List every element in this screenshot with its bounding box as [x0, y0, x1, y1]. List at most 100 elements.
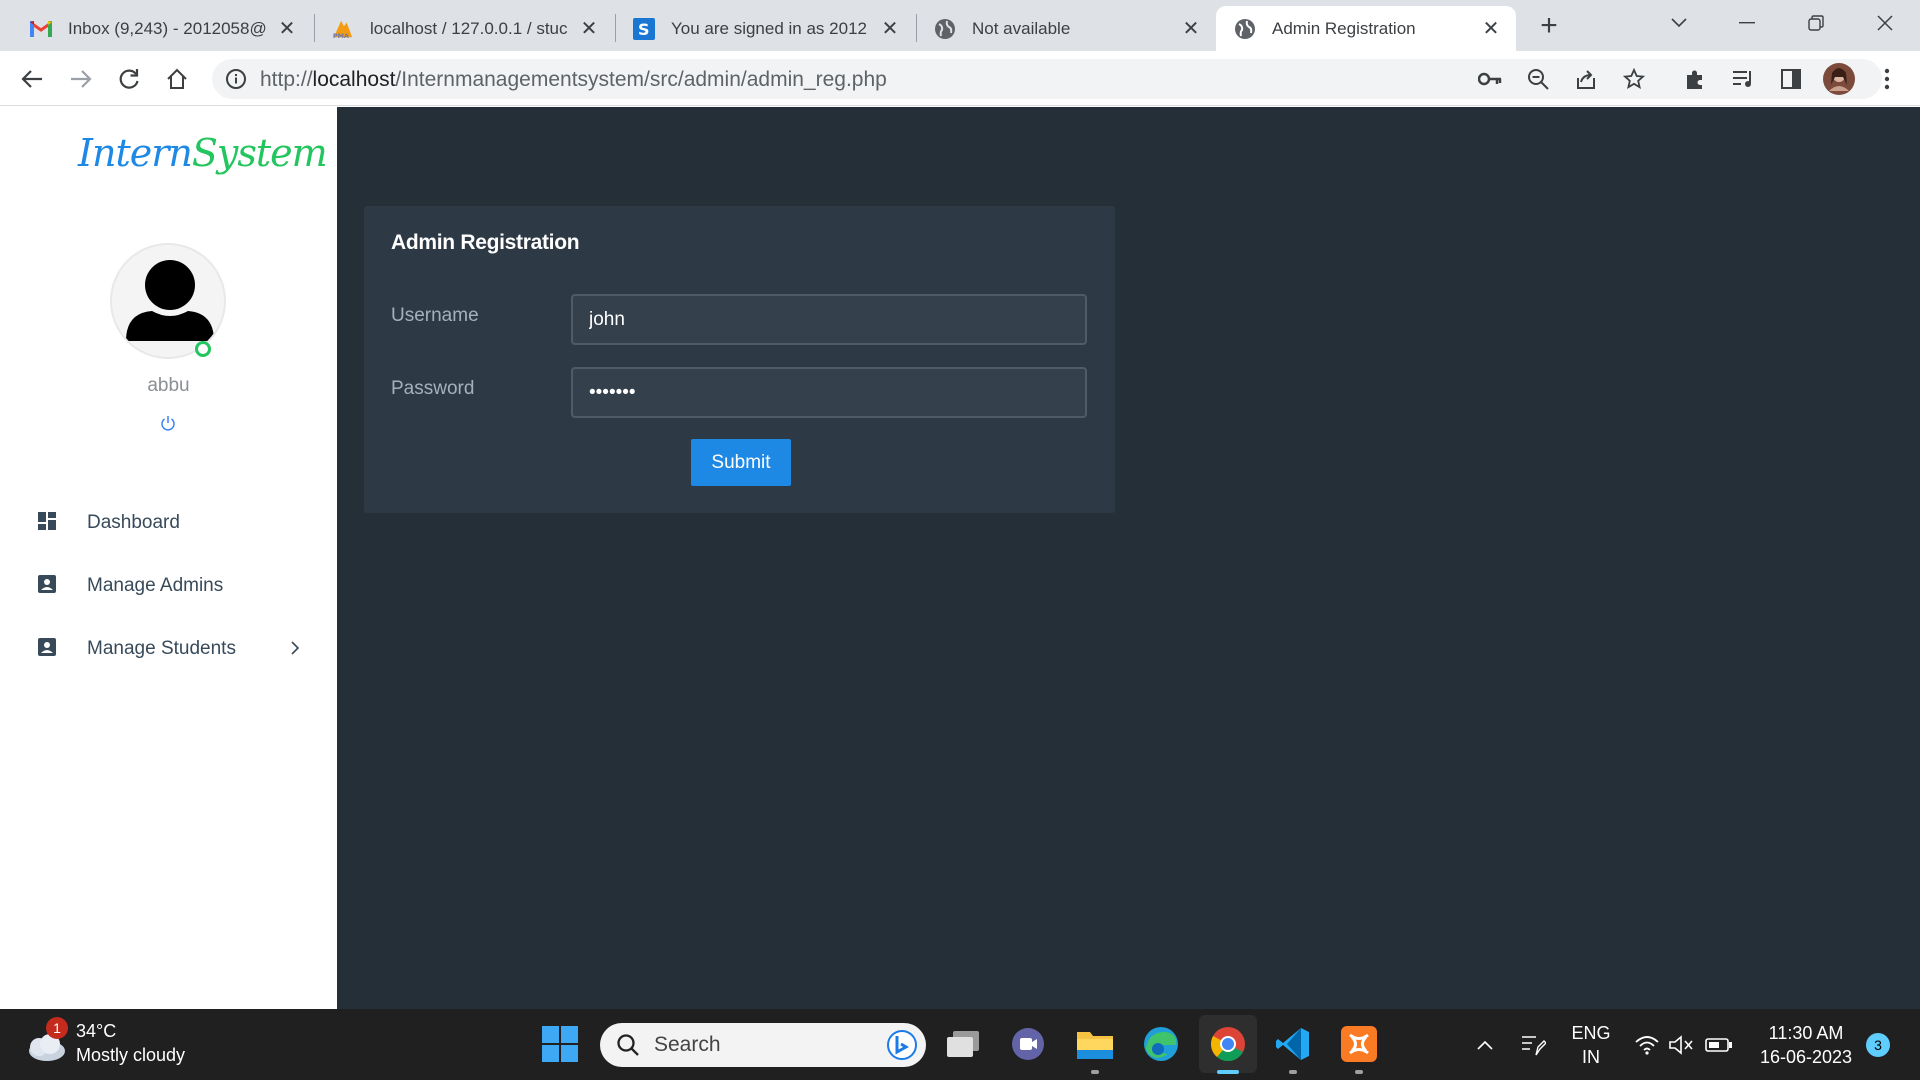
- side-panel-icon[interactable]: [1774, 62, 1808, 96]
- close-icon[interactable]: ✕: [879, 18, 901, 40]
- globe-icon: [1234, 18, 1256, 40]
- username-field[interactable]: [571, 294, 1087, 345]
- tab-title: Not available: [972, 18, 1071, 38]
- sidebar-item-manage-admins[interactable]: Manage Admins: [0, 556, 337, 616]
- running-indicator: [1289, 1070, 1297, 1074]
- dashboard-icon: [38, 512, 60, 534]
- sidebar-item-dashboard[interactable]: Dashboard: [0, 493, 337, 553]
- xampp-icon[interactable]: [1336, 1021, 1382, 1067]
- tab-admin-registration[interactable]: Admin Registration ✕: [1216, 6, 1516, 51]
- url-text: http://localhost/Internmanagementsystem/…: [260, 68, 887, 92]
- vscode-icon[interactable]: [1270, 1021, 1316, 1067]
- tab-title: Inbox (9,243) - 2012058@: [68, 18, 267, 38]
- task-view-icon[interactable]: [940, 1021, 986, 1067]
- time: 11:30 AM: [1768, 1022, 1844, 1043]
- lang-top: ENG: [1571, 1022, 1611, 1043]
- contact-card-icon: [38, 638, 60, 660]
- bing-icon[interactable]: [886, 1029, 918, 1061]
- contact-card-icon: [38, 575, 60, 597]
- info-icon[interactable]: [220, 63, 252, 95]
- tab-title: Admin Registration: [1272, 18, 1416, 38]
- chevron-up-icon[interactable]: [1472, 1009, 1498, 1080]
- password-label: Password: [391, 378, 475, 399]
- sidebar-item-label: Manage Admins: [87, 575, 224, 596]
- zoom-out-icon[interactable]: [1522, 63, 1554, 95]
- bookmark-star-icon[interactable]: [1618, 63, 1650, 95]
- tab-gmail[interactable]: Inbox (9,243) - 2012058@ ✕: [12, 6, 312, 51]
- close-icon[interactable]: ✕: [1480, 18, 1502, 40]
- language-indicator[interactable]: ENG IN: [1566, 1009, 1616, 1080]
- tab-title: You are signed in as 2012: [671, 18, 867, 38]
- reload-icon[interactable]: [112, 62, 146, 96]
- admin-registration-card: Admin Registration Username Password •••…: [364, 206, 1115, 513]
- running-indicator: [1355, 1070, 1363, 1074]
- phpmyadmin-icon: PMA: [332, 18, 354, 40]
- sidebar-item-manage-students[interactable]: Manage Students: [0, 619, 337, 679]
- key-icon[interactable]: [1474, 63, 1506, 95]
- running-indicator: [1091, 1070, 1099, 1074]
- globe-icon: [934, 18, 956, 40]
- address-bar[interactable]: http://localhost/Internmanagementsystem/…: [212, 59, 1882, 99]
- sidebar-item-label: Manage Students: [87, 638, 236, 659]
- taskbar-search[interactable]: Search: [600, 1023, 926, 1067]
- tab-search-chevron-icon[interactable]: [1659, 6, 1699, 40]
- chrome-browser-icon[interactable]: [1205, 1021, 1251, 1067]
- user-silhouette-icon: [126, 260, 214, 341]
- sidebar: InternSystem abbu Dashboard Manage Admin…: [0, 107, 337, 1009]
- file-explorer-icon[interactable]: [1072, 1021, 1118, 1067]
- chevron-right-icon[interactable]: [290, 638, 300, 661]
- browser-tab-strip: Inbox (9,243) - 2012058@ ✕ PMA localhost…: [0, 0, 1920, 51]
- tab-not-available[interactable]: Not available ✕: [916, 6, 1216, 51]
- wifi-icon[interactable]: [1632, 1009, 1662, 1080]
- edge-browser-icon[interactable]: [1138, 1021, 1184, 1067]
- browser-toolbar: http://localhost/Internmanagementsystem/…: [0, 51, 1920, 106]
- close-window-button[interactable]: [1865, 6, 1905, 40]
- tab-phpmyadmin[interactable]: PMA localhost / 127.0.0.1 / stuc ✕: [314, 6, 614, 51]
- tab-title: localhost / 127.0.0.1 / stuc: [370, 18, 568, 38]
- weather-badge: 1: [46, 1017, 68, 1039]
- windows-taskbar: 1 34°C Mostly cloudy Search ENG IN 11:30…: [0, 1009, 1920, 1080]
- weather-desc: Mostly cloudy: [76, 1045, 186, 1065]
- svg-text:S: S: [638, 20, 650, 39]
- profile-avatar[interactable]: [1822, 62, 1856, 96]
- brand-logo[interactable]: InternSystem: [78, 131, 328, 175]
- search-icon: [617, 1034, 639, 1056]
- online-status-dot: [195, 341, 211, 357]
- extensions-puzzle-icon[interactable]: [1678, 62, 1712, 96]
- close-icon[interactable]: ✕: [276, 18, 298, 40]
- gmail-icon: [30, 18, 52, 40]
- notification-badge[interactable]: 3: [1866, 1033, 1890, 1057]
- more-vert-icon[interactable]: [1870, 62, 1904, 96]
- close-icon[interactable]: ✕: [1180, 18, 1202, 40]
- reading-list-icon[interactable]: [1726, 62, 1760, 96]
- power-icon[interactable]: [160, 415, 178, 433]
- teams-chat-icon[interactable]: [1005, 1021, 1051, 1067]
- minimize-button[interactable]: [1727, 6, 1767, 40]
- speaker-muted-icon[interactable]: [1666, 1009, 1696, 1080]
- active-app-indicator: [1217, 1070, 1239, 1074]
- back-arrow-icon[interactable]: [15, 62, 49, 96]
- forward-arrow-icon[interactable]: [64, 62, 98, 96]
- lang-bottom: IN: [1582, 1046, 1600, 1067]
- share-icon[interactable]: [1570, 63, 1602, 95]
- weather-temp: 34°C: [76, 1021, 117, 1041]
- restore-button[interactable]: [1796, 6, 1836, 40]
- username-label: Username: [391, 305, 479, 326]
- brand-part2: System: [191, 131, 328, 175]
- windows-start-icon[interactable]: [537, 1021, 583, 1067]
- brand-part1: Intern: [78, 131, 193, 175]
- svg-text:PMA: PMA: [333, 32, 349, 40]
- pen-menu-icon[interactable]: [1518, 1009, 1548, 1080]
- submit-button[interactable]: Submit: [691, 439, 791, 486]
- search-placeholder: Search: [654, 1033, 721, 1056]
- url-prefix: http://: [260, 68, 313, 91]
- new-tab-button[interactable]: +: [1532, 9, 1566, 43]
- home-icon[interactable]: [160, 62, 194, 96]
- clock[interactable]: 11:30 AM 16-06-2023: [1746, 1009, 1866, 1080]
- url-host: localhost: [312, 68, 396, 91]
- tab-signed-in[interactable]: S You are signed in as 2012 ✕: [615, 6, 915, 51]
- battery-icon[interactable]: [1702, 1009, 1736, 1080]
- card-title: Admin Registration: [391, 231, 580, 254]
- close-icon[interactable]: ✕: [578, 18, 600, 40]
- password-field[interactable]: •••••••: [571, 367, 1087, 418]
